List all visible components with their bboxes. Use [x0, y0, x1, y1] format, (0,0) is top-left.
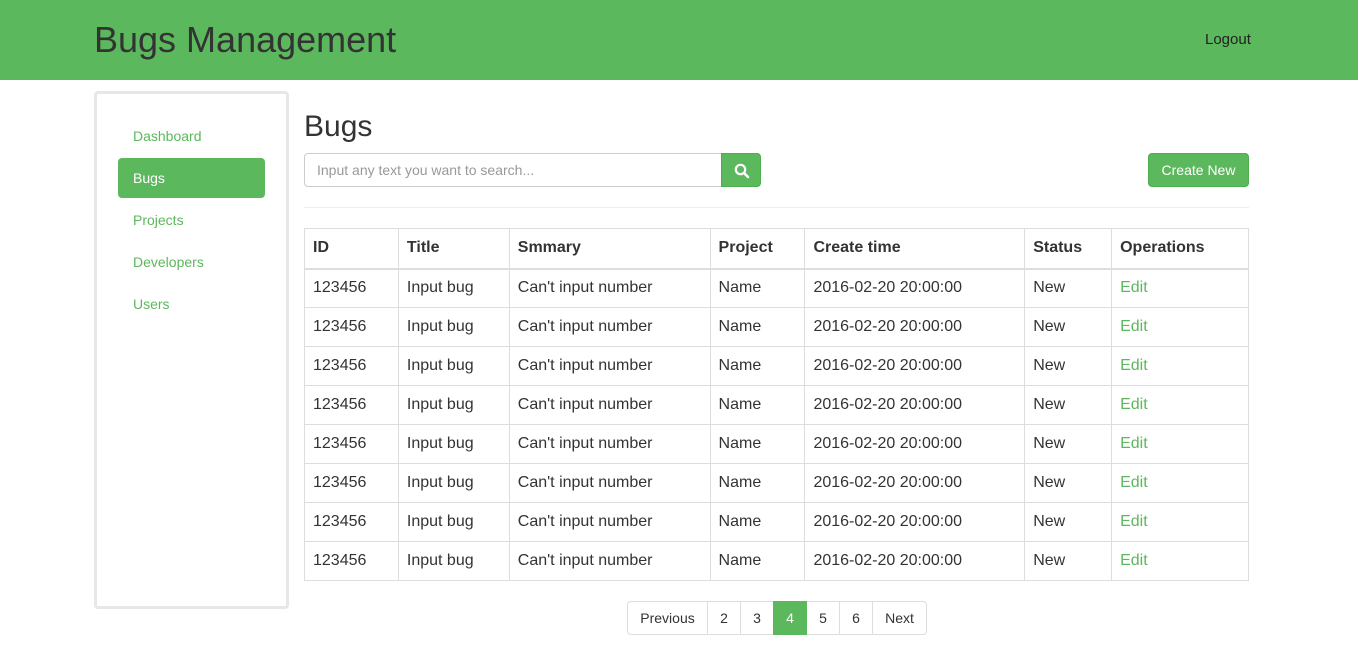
column-header-title: Title	[397, 228, 510, 270]
sidebar-item-bugs[interactable]: Bugs	[118, 158, 265, 198]
cell-summary: Can't input number	[508, 385, 711, 425]
cell-create-time: 2016-02-20 20:00:00	[804, 541, 1026, 581]
top-header: Bugs Management Logout	[0, 0, 1358, 80]
table-header-row: ID Title Smmary Project Create time Stat…	[304, 228, 1249, 270]
cell-title: Input bug	[397, 502, 510, 542]
cell-project: Name	[709, 463, 806, 503]
edit-link[interactable]: Edit	[1111, 463, 1249, 503]
cell-project: Name	[709, 385, 806, 425]
table-row: 123456 Input bug Can't input number Name 201…	[304, 463, 1249, 503]
column-header-project: Project	[709, 228, 806, 270]
cell-title: Input bug	[397, 463, 510, 503]
cell-status: New	[1024, 463, 1113, 503]
sidebar-item-dashboard[interactable]: Dashboard	[118, 116, 265, 156]
cell-create-time: 2016-02-20 20:00:00	[804, 463, 1026, 503]
app-title: Bugs Management	[94, 19, 397, 60]
cell-project: Name	[709, 307, 806, 347]
cell-summary: Can't input number	[508, 268, 711, 308]
cell-create-time: 2016-02-20 20:00:00	[804, 502, 1026, 542]
table-row: 123456 Input bug Can't input number Name 201…	[304, 307, 1249, 347]
cell-title: Input bug	[397, 541, 510, 581]
cell-id: 123456	[304, 346, 399, 386]
table-row: 123456 Input bug Can't input number Name 201…	[304, 502, 1249, 542]
cell-id: 123456	[304, 541, 399, 581]
search-button[interactable]	[721, 153, 761, 187]
edit-link[interactable]: Edit	[1111, 424, 1249, 464]
cell-id: 123456	[304, 385, 399, 425]
column-header-create-time: Create time	[804, 228, 1026, 270]
column-header-operations: Operations	[1111, 228, 1249, 270]
sidebar: Dashboard Bugs Projects Developers Users	[94, 91, 289, 609]
cell-create-time: 2016-02-20 20:00:00	[804, 385, 1026, 425]
cell-title: Input bug	[397, 346, 510, 386]
cell-id: 123456	[304, 502, 399, 542]
cell-summary: Can't input number	[508, 346, 711, 386]
table-row: 123456 Input bug Can't input number Name 201…	[304, 346, 1249, 386]
cell-id: 123456	[304, 424, 399, 464]
create-new-button[interactable]: Create New	[1148, 153, 1249, 187]
edit-link[interactable]: Edit	[1111, 502, 1249, 542]
cell-title: Input bug	[397, 385, 510, 425]
pagination-page-5[interactable]: 5	[806, 601, 840, 635]
table-row: 123456 Input bug Can't input number Name 201…	[304, 424, 1249, 464]
sidebar-item-developers[interactable]: Developers	[118, 242, 265, 282]
cell-summary: Can't input number	[508, 307, 711, 347]
cell-summary: Can't input number	[508, 541, 711, 581]
cell-project: Name	[709, 346, 806, 386]
search-input[interactable]	[304, 153, 722, 187]
cell-project: Name	[709, 541, 806, 581]
sidebar-item-users[interactable]: Users	[118, 284, 265, 324]
cell-project: Name	[709, 424, 806, 464]
divider	[304, 207, 1249, 208]
sidebar-item-projects[interactable]: Projects	[118, 200, 265, 240]
edit-link[interactable]: Edit	[1111, 307, 1249, 347]
cell-create-time: 2016-02-20 20:00:00	[804, 307, 1026, 347]
cell-title: Input bug	[397, 268, 510, 308]
pagination-page-4[interactable]: 4	[773, 601, 807, 635]
search-icon	[734, 163, 750, 179]
pagination-next[interactable]: Next	[872, 601, 927, 635]
cell-title: Input bug	[397, 307, 510, 347]
table-row: 123456 Input bug Can't input number Name 201…	[304, 541, 1249, 581]
pagination: Previous 2 3 4 5 6 Next	[627, 601, 927, 635]
pagination-page-3[interactable]: 3	[740, 601, 774, 635]
bugs-table: ID Title Smmary Project Create time Stat…	[304, 228, 1249, 581]
cell-project: Name	[709, 268, 806, 308]
cell-title: Input bug	[397, 424, 510, 464]
pagination-page-2[interactable]: 2	[707, 601, 741, 635]
cell-summary: Can't input number	[508, 463, 711, 503]
table-row: 123456 Input bug Can't input number Name 201…	[304, 268, 1249, 308]
logout-link[interactable]: Logout	[1205, 31, 1251, 49]
column-header-id: ID	[304, 228, 399, 270]
cell-create-time: 2016-02-20 20:00:00	[804, 424, 1026, 464]
table-row: 123456 Input bug Can't input number Name 201…	[304, 385, 1249, 425]
cell-id: 123456	[304, 463, 399, 503]
cell-create-time: 2016-02-20 20:00:00	[804, 346, 1026, 386]
cell-status: New	[1024, 424, 1113, 464]
pagination-page-6[interactable]: 6	[839, 601, 873, 635]
edit-link[interactable]: Edit	[1111, 385, 1249, 425]
page-title: Bugs	[304, 110, 373, 143]
cell-status: New	[1024, 307, 1113, 347]
column-header-status: Status	[1024, 228, 1113, 270]
edit-link[interactable]: Edit	[1111, 541, 1249, 581]
edit-link[interactable]: Edit	[1111, 268, 1249, 308]
cell-create-time: 2016-02-20 20:00:00	[804, 268, 1026, 308]
pagination-previous[interactable]: Previous	[627, 601, 708, 635]
edit-link[interactable]: Edit	[1111, 346, 1249, 386]
cell-status: New	[1024, 541, 1113, 581]
cell-id: 123456	[304, 307, 399, 347]
column-header-summary: Smmary	[508, 228, 711, 270]
cell-status: New	[1024, 385, 1113, 425]
cell-status: New	[1024, 268, 1113, 308]
cell-status: New	[1024, 502, 1113, 542]
cell-summary: Can't input number	[508, 424, 711, 464]
cell-status: New	[1024, 346, 1113, 386]
cell-summary: Can't input number	[508, 502, 711, 542]
cell-project: Name	[709, 502, 806, 542]
cell-id: 123456	[304, 268, 399, 308]
